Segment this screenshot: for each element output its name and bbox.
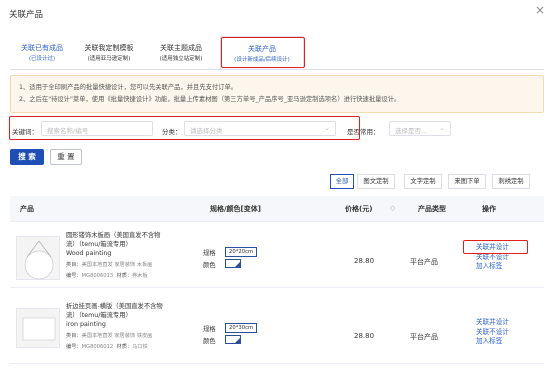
tab-label: 关联我定制模板 <box>84 44 134 52</box>
product-name-line: 流）（temu/箱流专用） <box>66 312 132 319</box>
filter-image-order[interactable]: 来图下单 <box>448 174 486 189</box>
spec-label: 规格 <box>203 326 216 333</box>
table-row: 折边挂页画-横版（美国直发不含物 流）（temu/箱流专用） iron pain… <box>10 294 544 364</box>
product-name-line: iron painting <box>66 321 106 328</box>
common-label: 是否常用： <box>347 128 380 136</box>
product-category: 类目：美国本地直发 家居装饰 木板画 <box>66 261 152 268</box>
product-name-line: 折边挂页画-横版（美国直发不含物 <box>66 303 163 310</box>
sort-icon[interactable]: ◇ <box>390 204 395 212</box>
category-placeholder: 请选择分类 <box>190 127 223 135</box>
filter-image-text[interactable]: 图文定制 <box>357 174 395 189</box>
notice-line: 1、适用于全印刷产品的批量快捷设计，您可以先关联产品，并且先支付订单。 <box>19 84 238 91</box>
meta-label: 材质： <box>116 344 133 350</box>
meta-label: 编号： <box>66 273 82 279</box>
meta-value: 马口铁 <box>132 344 148 350</box>
add-tag-button[interactable]: 加入标签 <box>476 337 502 347</box>
category-select[interactable]: 请选择分类 ⌄ <box>184 121 336 136</box>
product-type: 平台产品 <box>410 258 438 266</box>
product-name: 折边挂页画-横版（美国直发不含物 流）（temu/箱流专用） iron pain… <box>66 302 191 329</box>
meta-value: 桦木板 <box>132 273 148 279</box>
notice-banner: 1、适用于全印刷产品的批量快捷设计，您可以先关联产品，并且先支付订单。 2、之后… <box>10 75 544 113</box>
tab-label: 关联已有成品 <box>21 44 63 52</box>
link-no-design-button[interactable]: 关联不设计 <box>476 328 509 338</box>
tab-theme-products[interactable]: 关联主题成品 (适用独立站定制) <box>148 36 214 69</box>
chevron-down-icon: ⌄ <box>324 124 330 132</box>
link-no-design-button[interactable]: 关联不设计 <box>476 253 509 263</box>
tab-label: 关联主题成品 <box>160 44 202 52</box>
reset-button[interactable]: 重 置 <box>50 149 82 165</box>
link-and-design-button[interactable]: 关联并设计 <box>476 243 509 253</box>
category-label: 分类： <box>162 128 182 136</box>
filter-embroidery[interactable]: 刺绣定制 <box>492 174 530 189</box>
tab-sublabel: (设计新成品/后续设计) <box>234 57 290 63</box>
meta-label: 编号： <box>66 344 82 350</box>
tab-my-templates[interactable]: 关联我定制模板 (适用亚马逊定制) <box>76 36 142 69</box>
tab-sublabel: (适用亚马逊定制) <box>87 56 131 62</box>
tab-label: 关联产品 <box>248 45 276 53</box>
price: 28.80 <box>354 332 375 340</box>
product-name-line: 圆形镂饰木板画（美国直发不含物 <box>66 232 161 239</box>
tab-sublabel: (适用独立站定制) <box>159 56 203 62</box>
meta-value: MG8006013 <box>81 273 114 279</box>
spec-label: 规格 <box>203 250 216 257</box>
meta-label: 类目： <box>66 333 82 339</box>
color-swatch[interactable] <box>225 259 241 268</box>
tab-bar: 关联已有成品 (已设计过) 关联我定制模板 (适用亚马逊定制) 关联主题成品 (… <box>10 34 544 70</box>
table-row: 圆形镂饰木板画（美国直发不含物 流）（temu/箱流专用） Wood paint… <box>10 226 544 288</box>
meta-value: MG8006012 <box>81 344 114 350</box>
common-select[interactable]: 选择是否... ⌄ <box>389 121 451 136</box>
link-and-design-button[interactable]: 关联并设计 <box>476 318 509 328</box>
close-icon[interactable]: × <box>535 4 545 16</box>
meta-value: 美国本地直发 家居装饰 铁皮画 <box>81 333 153 339</box>
notice-line: 2、之后在"待设计"菜单，使用《批量快捷设计》功能，批量上传素材图（第三方单号_… <box>19 96 401 103</box>
filter-text[interactable]: 文字定制 <box>404 174 442 189</box>
meta-value: 美国本地直发 家居装饰 木板画 <box>81 262 153 268</box>
header-price[interactable]: 价格(元) <box>345 204 372 214</box>
common-placeholder: 选择是否... <box>395 127 428 135</box>
product-type: 平台产品 <box>410 333 438 341</box>
header-product: 产品 <box>20 205 34 213</box>
product-code: 编号：MG8006012 材质：马口铁 <box>66 343 148 350</box>
tab-sublabel: (已设计过) <box>28 56 56 62</box>
meta-label: 类目： <box>66 262 82 268</box>
color-label: 颜色 <box>203 338 216 345</box>
tab-link-product[interactable]: 关联产品 (设计新成品/后续设计) <box>220 36 304 69</box>
header-ops: 操作 <box>482 205 496 213</box>
product-name-line: 流）（temu/箱流专用） <box>66 241 132 248</box>
keyword-label: 关键词： <box>12 128 38 136</box>
spec-tag[interactable]: 20*30cm <box>225 323 258 333</box>
header-spec: 规格/颜色[变体] <box>210 205 261 213</box>
spec-tag[interactable]: 20*20cm <box>225 247 258 257</box>
product-code: 编号：MG8006013 材质：桦木板 <box>66 272 148 279</box>
meta-label: 材质： <box>116 273 133 279</box>
product-thumbnail <box>16 308 60 348</box>
tab-existing-products[interactable]: 关联已有成品 (已设计过) <box>10 36 74 69</box>
keyword-input[interactable]: 搜索名称/编号 <box>41 121 153 136</box>
filter-all[interactable]: 全部 <box>330 174 354 189</box>
color-label: 颜色 <box>203 262 216 269</box>
color-swatch[interactable] <box>225 335 241 344</box>
modal-title: 关联产品 <box>9 10 44 20</box>
search-button[interactable]: 搜 索 <box>10 149 44 165</box>
product-name: 圆形镂饰木板画（美国直发不含物 流）（temu/箱流专用） Wood paint… <box>66 231 191 258</box>
price: 28.80 <box>354 257 375 265</box>
header-type: 产品类型 <box>418 205 446 213</box>
product-thumbnail <box>16 236 60 280</box>
product-category: 类目：美国本地直发 家居装饰 铁皮画 <box>66 332 152 339</box>
add-tag-button[interactable]: 加入标签 <box>476 262 502 272</box>
table-header: 产品 规格/颜色[变体] 价格(元) ◇ 产品类型 操作 <box>10 196 544 222</box>
product-name-line: Wood painting <box>66 250 112 257</box>
chevron-down-icon: ⌄ <box>439 124 445 132</box>
